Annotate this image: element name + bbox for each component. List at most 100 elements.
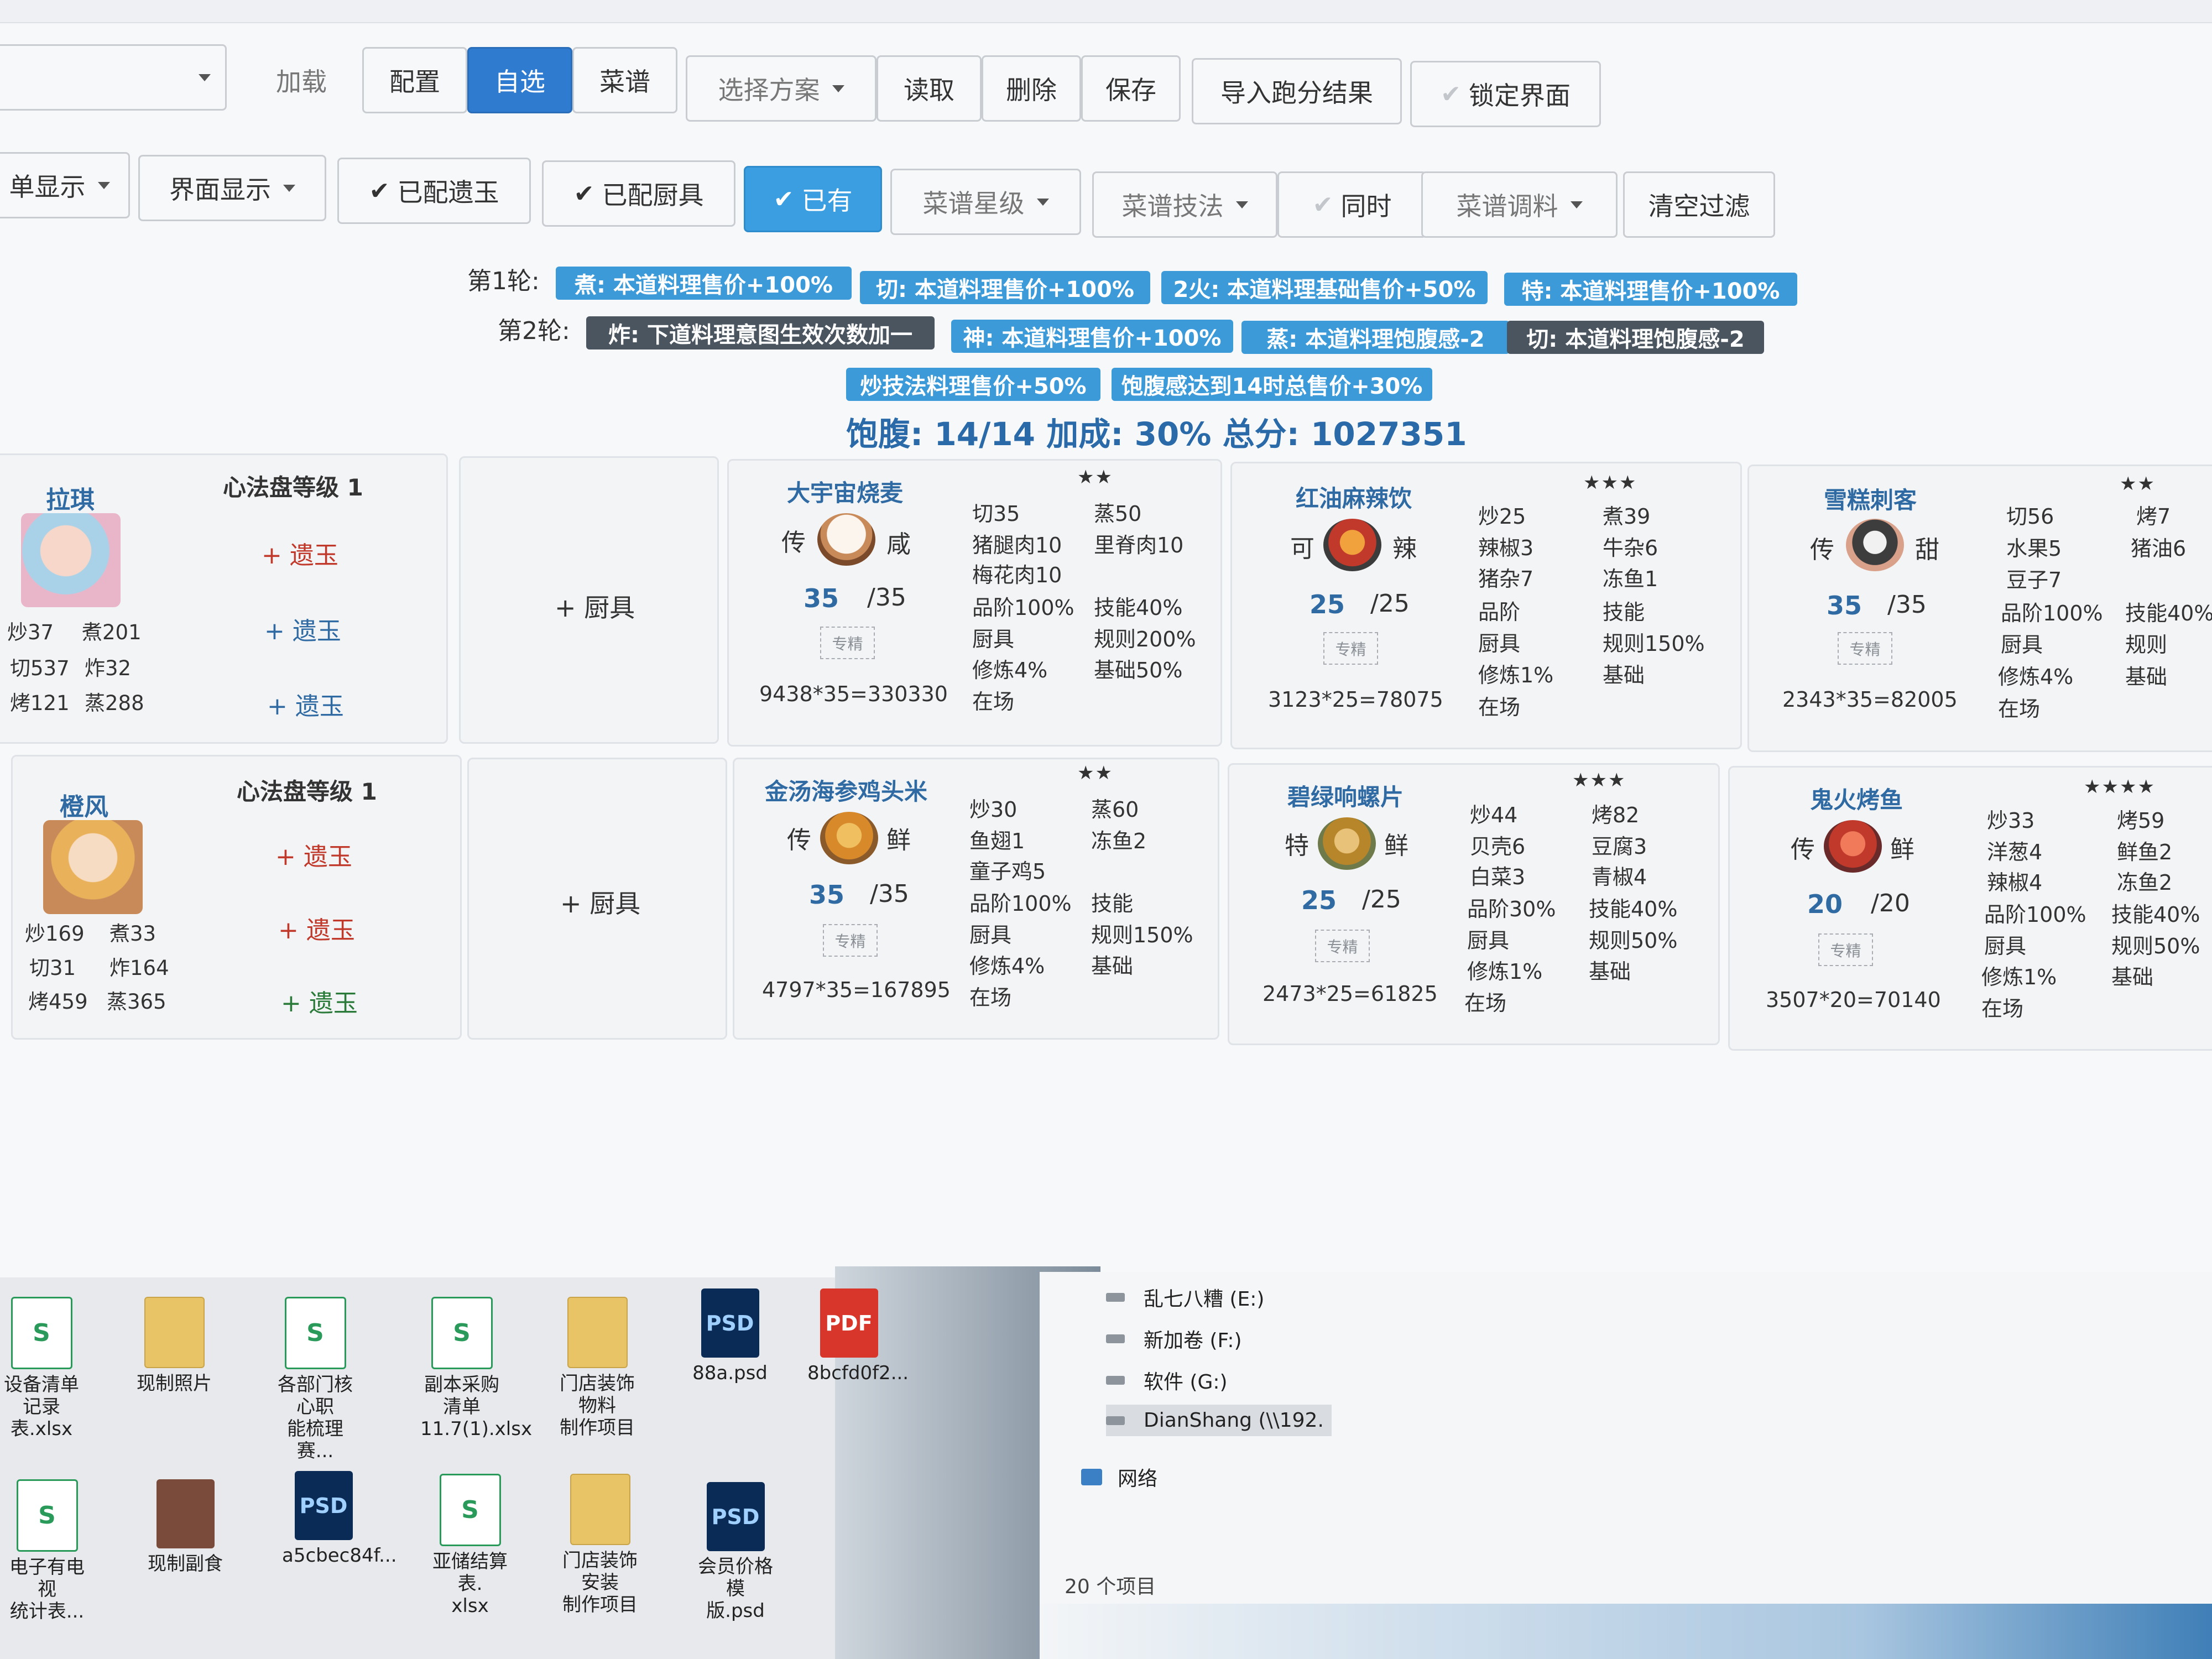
drive-item[interactable]: 乱七八糟 (E:) — [1106, 1283, 1264, 1312]
drive-item[interactable]: DianShang (\\192. — [1106, 1405, 1332, 1436]
dish-detail: 规则150% — [1603, 632, 1705, 656]
read-button[interactable]: 读取 — [877, 55, 982, 122]
pdf-file-icon: PDF — [820, 1288, 878, 1358]
dish-detail: 蒸60 — [1091, 797, 1139, 822]
with-tools-toggle[interactable]: ✔ 已配厨具 — [542, 160, 735, 227]
desktop-icon-spreadsheet[interactable]: S 电子有电视 统计表... — [6, 1479, 88, 1623]
dish-detail: 煮39 — [1603, 504, 1651, 529]
dish-stamp: 专精 — [1315, 930, 1370, 962]
dish-panel[interactable]: 红油麻辣饮 ★★★ 可 辣 25 /25 专精 3123*25=78075 炒2… — [1230, 462, 1742, 749]
import-result-label: 导入跑分结果 — [1220, 78, 1373, 108]
recipes-button[interactable]: 菜谱 — [572, 47, 677, 113]
add-tool-button[interactable]: + 厨具 — [555, 588, 635, 624]
dish-qty: 35 — [809, 880, 845, 910]
network-drive-icon — [1106, 1416, 1125, 1425]
bonus-label: 加成: — [1046, 415, 1124, 453]
dish-detail: 在场 — [1998, 697, 2041, 721]
dish-detail: 厨具 — [2001, 633, 2043, 657]
save-button[interactable]: 保存 — [1081, 55, 1181, 122]
tool-panel[interactable]: + 厨具 — [467, 758, 727, 1040]
chef-avatar[interactable] — [43, 820, 143, 914]
desktop-icon-pdf[interactable]: PDF 8bcfd0f2... — [807, 1288, 909, 1384]
checkmark-icon: ✔ — [773, 185, 794, 213]
ui-display-label: 界面显示 — [169, 175, 271, 205]
recipe-seasoning-dropdown[interactable]: 菜谱调料 — [1421, 171, 1618, 238]
dish-detail: 冻鱼1 — [1603, 567, 1658, 591]
recipe-stars-dropdown[interactable]: 菜谱星级 — [890, 169, 1081, 235]
dish-detail: 烤82 — [1592, 803, 1640, 827]
desktop-icon-image[interactable]: 现制副食 — [144, 1479, 227, 1575]
dish-panel[interactable]: 金汤海参鸡头米 ★★ 传 鲜 35 /35 专精 4797*35=167895 … — [733, 758, 1219, 1040]
dish-grade: 传 — [787, 826, 811, 854]
desktop-icon-spreadsheet[interactable]: S 各部门核心职 能梳理 赛... — [274, 1297, 357, 1462]
with-jade-toggle[interactable]: ✔ 已配遗玉 — [337, 158, 531, 224]
desktop-icon-folder[interactable]: 门店装饰安装 制作项目 — [559, 1474, 641, 1616]
custom-button[interactable]: 自选 — [467, 47, 572, 113]
dish-detail: 厨具 — [972, 627, 1015, 651]
jade-slot-label: 遗玉 — [309, 989, 358, 1018]
round2-tag: 神: 本道料理售价+100% — [951, 320, 1233, 353]
config-label: 配置 — [389, 67, 440, 97]
image-file-icon — [156, 1479, 215, 1548]
lock-ui-toggle[interactable]: ✔ 锁定界面 — [1410, 61, 1601, 127]
desktop-icon-folder[interactable]: 门店装饰物料 制作项目 — [556, 1297, 639, 1439]
dish-detail: 贝壳6 — [1470, 834, 1526, 859]
dish-panel[interactable]: 鬼火烤鱼 ★★★★ 传 鲜 20 /20 专精 3507*20=70140 炒3… — [1728, 766, 2212, 1051]
recipe-skill-dropdown[interactable]: 菜谱技法 — [1092, 171, 1277, 238]
jade-slot-label: 遗玉 — [306, 916, 355, 945]
add-jade-button[interactable]: + 遗玉 — [281, 983, 358, 1019]
network-icon — [1081, 1469, 1102, 1485]
ui-display-dropdown[interactable]: 界面显示 — [138, 155, 326, 221]
delete-button[interactable]: 删除 — [982, 55, 1081, 122]
dish-detail: 厨具 — [1984, 934, 2027, 958]
folder-icon — [567, 1297, 628, 1368]
chef-avatar[interactable] — [21, 513, 121, 607]
desktop-icon-label: 门店装饰物料 制作项目 — [560, 1373, 635, 1439]
config-button[interactable]: 配置 — [362, 47, 467, 113]
dish-detail: 白菜3 — [1470, 865, 1526, 889]
dish-panel[interactable]: 雪糕刺客 ★★ 传 甜 35 /35 专精 2343*35=82005 切56 … — [1747, 465, 2212, 752]
import-result-button[interactable]: 导入跑分结果 — [1192, 58, 1402, 124]
chef-level: 心法盘等级 1 — [237, 778, 377, 805]
add-jade-button[interactable]: + 遗玉 — [262, 535, 338, 571]
dish-calc: 4797*35=167895 — [762, 978, 951, 1002]
menu-display-dropdown[interactable]: 单显示 — [0, 152, 130, 218]
clear-filter-button[interactable]: 清空过滤 — [1623, 171, 1775, 238]
add-tool-button[interactable]: + 厨具 — [560, 884, 640, 920]
desktop-icon-psd[interactable]: PSD a5cbec84f... — [282, 1471, 397, 1567]
dish-detail: 里脊肉10 — [1094, 533, 1184, 557]
dish-grade: 可 — [1290, 535, 1314, 563]
desktop-icon-spreadsheet[interactable]: S 副本采购清单 11.7(1).xlsx — [420, 1297, 532, 1440]
folder-icon — [144, 1297, 205, 1368]
load-button[interactable]: 加载 — [241, 47, 362, 113]
desktop-icon-spreadsheet[interactable]: S 亚储结算表. xlsx — [429, 1474, 512, 1617]
desktop-icon-spreadsheet[interactable]: S 设备清单 记录表.xlsx — [0, 1297, 83, 1440]
add-jade-button[interactable]: + 遗玉 — [267, 686, 344, 722]
recipe-seasoning-label: 菜谱调料 — [1456, 191, 1558, 221]
dish-panel[interactable]: 大宇宙烧麦 ★★ 传 咸 35 /35 专精 9438*35=330330 切3… — [727, 459, 1222, 747]
clear-filter-label: 清空过滤 — [1648, 191, 1750, 221]
round2-tag: 炸: 下道料理意图生效次数加一 — [586, 316, 935, 349]
combo-box[interactable] — [0, 44, 227, 111]
dish-detail: 修炼4% — [972, 658, 1048, 682]
bonus-value: 30% — [1134, 415, 1212, 453]
dish-icon — [817, 513, 875, 566]
network-item[interactable]: 网络 — [1081, 1463, 1157, 1491]
tool-panel[interactable]: + 厨具 — [459, 456, 719, 744]
add-jade-button[interactable]: + 遗玉 — [264, 611, 341, 646]
drive-item[interactable]: 新加卷 (F:) — [1106, 1324, 1242, 1353]
desktop-icon-psd[interactable]: PSD 88a.psd — [688, 1288, 771, 1384]
dish-max: /35 — [870, 880, 909, 908]
chef-panel: 拉琪 心法盘等级 1 炒37 煮201 切537 炸32 烤121 蒸288 +… — [0, 453, 448, 744]
choose-plan-dropdown[interactable]: 选择方案 — [686, 55, 877, 122]
dish-panel[interactable]: 碧绿响螺片 ★★★ 特 鲜 25 /25 专精 2473*25=61825 炒4… — [1228, 763, 1720, 1045]
owned-toggle[interactable]: ✔ 已有 — [744, 166, 882, 232]
simultaneous-toggle[interactable]: ✔ 同时 — [1277, 171, 1427, 238]
desktop-icon-psd[interactable]: PSD 会员价格模 版.psd — [694, 1482, 777, 1622]
add-jade-button[interactable]: + 遗玉 — [275, 837, 352, 872]
drive-item[interactable]: 软件 (G:) — [1106, 1366, 1228, 1395]
add-jade-button[interactable]: + 遗玉 — [278, 910, 355, 946]
desktop-icon-folder[interactable]: 现制照片 — [133, 1297, 216, 1395]
dish-max: /20 — [1871, 889, 1910, 917]
chef-stat: 炸32 — [85, 656, 132, 680]
